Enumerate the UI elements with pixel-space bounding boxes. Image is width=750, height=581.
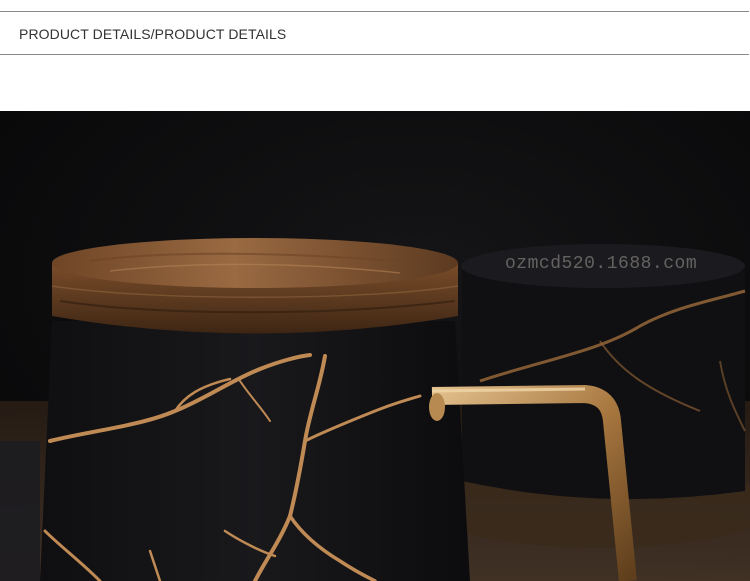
section-title: PRODUCT DETAILS/PRODUCT DETAILS — [19, 26, 287, 42]
front-mug — [40, 321, 470, 581]
wooden-lid — [51, 238, 459, 334]
product-photo: ozmcd520.1688.com — [0, 111, 750, 581]
section-header: PRODUCT DETAILS/PRODUCT DETAILS — [0, 12, 749, 55]
photo-watermark: ozmcd520.1688.com — [505, 254, 698, 274]
